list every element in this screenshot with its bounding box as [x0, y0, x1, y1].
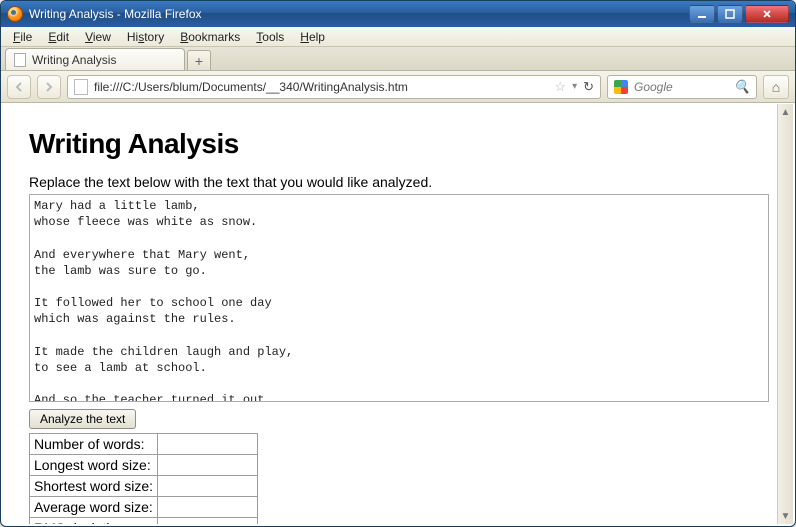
forward-button[interactable] — [37, 75, 61, 99]
average-value — [158, 497, 258, 518]
results-table: Number of words: Longest word size: Shor… — [29, 433, 258, 524]
rms-label: RMS deviation: — [30, 518, 158, 525]
menu-help[interactable]: Help — [292, 28, 333, 46]
menu-tools[interactable]: Tools — [248, 28, 292, 46]
firefox-icon — [7, 6, 23, 22]
title-bar: Writing Analysis - Mozilla Firefox — [1, 1, 795, 27]
table-row: Number of words: — [30, 434, 258, 455]
search-box[interactable]: Google 🔍 — [607, 75, 757, 99]
minimize-button[interactable] — [689, 5, 715, 23]
firefox-window: Writing Analysis - Mozilla Firefox FFile… — [0, 0, 796, 527]
page-icon — [14, 53, 26, 67]
longest-label: Longest word size: — [30, 455, 158, 476]
table-row: Shortest word size: — [30, 476, 258, 497]
menu-edit[interactable]: Edit — [40, 28, 77, 46]
close-button[interactable] — [745, 5, 789, 23]
num-words-value — [158, 434, 258, 455]
longest-value — [158, 455, 258, 476]
page-body: Writing Analysis Replace the text below … — [3, 104, 793, 524]
analyze-button[interactable]: Analyze the text — [29, 409, 136, 429]
url-text: file:///C:/Users/blum/Documents/__340/Wr… — [94, 80, 408, 94]
menu-view[interactable]: View — [77, 28, 119, 46]
num-words-label: Number of words: — [30, 434, 158, 455]
window-controls — [689, 5, 789, 23]
scroll-down-icon[interactable]: ▼ — [778, 508, 793, 524]
scroll-up-icon[interactable]: ▲ — [778, 104, 793, 120]
search-icon[interactable]: 🔍 — [734, 79, 750, 95]
reload-icon[interactable]: ↻ — [583, 79, 594, 95]
window-title: Writing Analysis - Mozilla Firefox — [29, 7, 202, 21]
tab-label: Writing Analysis — [32, 53, 116, 67]
bookmark-star-icon[interactable]: ☆ — [554, 79, 566, 95]
table-row: RMS deviation: — [30, 518, 258, 525]
page-viewport: Writing Analysis Replace the text below … — [3, 104, 793, 524]
url-dropdown-icon[interactable]: ▾ — [572, 81, 577, 92]
back-button[interactable] — [7, 75, 31, 99]
tab-active[interactable]: Writing Analysis — [5, 48, 185, 70]
url-bar[interactable]: file:///C:/Users/blum/Documents/__340/Wr… — [67, 75, 601, 99]
shortest-value — [158, 476, 258, 497]
page-scrollbar[interactable]: ▲ ▼ — [777, 104, 793, 524]
page-heading: Writing Analysis — [29, 128, 775, 160]
search-placeholder: Google — [634, 80, 673, 94]
maximize-button[interactable] — [717, 5, 743, 23]
new-tab-button[interactable]: + — [187, 50, 211, 70]
instruction-text: Replace the text below with the text tha… — [29, 174, 775, 190]
google-icon — [614, 80, 628, 94]
nav-bar: file:///C:/Users/blum/Documents/__340/Wr… — [1, 71, 795, 103]
menu-history[interactable]: History — [119, 28, 172, 46]
tab-strip: Writing Analysis + — [1, 47, 795, 71]
table-row: Average word size: — [30, 497, 258, 518]
menu-bar: FFileile Edit View History Bookmarks Too… — [1, 27, 795, 47]
page-glyph-icon — [74, 79, 88, 95]
table-row: Longest word size: — [30, 455, 258, 476]
menu-bookmarks[interactable]: Bookmarks — [172, 28, 248, 46]
home-button[interactable]: ⌂ — [763, 75, 789, 99]
rms-value — [158, 518, 258, 525]
menu-file[interactable]: FFileile — [5, 28, 40, 46]
shortest-label: Shortest word size: — [30, 476, 158, 497]
average-label: Average word size: — [30, 497, 158, 518]
analysis-textarea[interactable] — [29, 194, 769, 402]
